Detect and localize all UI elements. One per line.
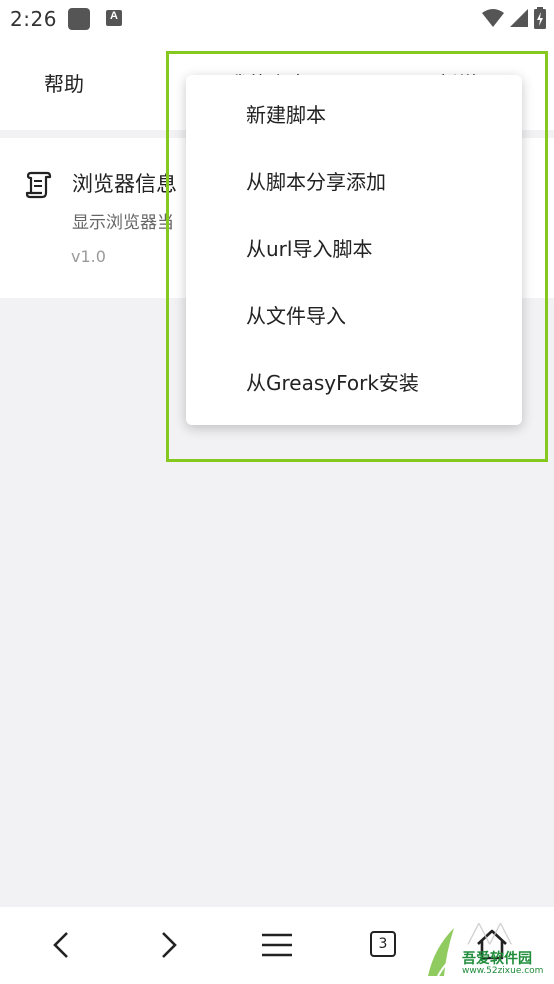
signal-icon [510,9,528,27]
battery-icon [534,7,546,29]
highlight-box [166,51,548,462]
svg-text:╱╲╱╲: ╱╲╱╲ [467,923,513,945]
forward-icon[interactable] [150,925,190,965]
back-icon[interactable] [42,925,82,965]
tabs-icon[interactable]: 3 [370,931,396,957]
tab-help[interactable]: 帮助 [44,68,84,97]
scroll-icon [25,171,52,199]
status-right-icons [482,7,546,29]
script-name: 浏览器信息 [72,172,177,196]
watermark-text: 吾爱软件园 [462,951,532,967]
app-icon [68,8,90,30]
menu-icon[interactable] [257,925,297,965]
status-bar: 2:26 [0,0,554,38]
watermark-url: www.52zixue.com [462,966,544,976]
a-icon [106,10,122,26]
script-description: 显示浏览器当 [72,213,174,233]
status-time: 2:26 [10,7,57,31]
wifi-icon [482,9,504,27]
script-version: v1.0 [71,247,106,266]
